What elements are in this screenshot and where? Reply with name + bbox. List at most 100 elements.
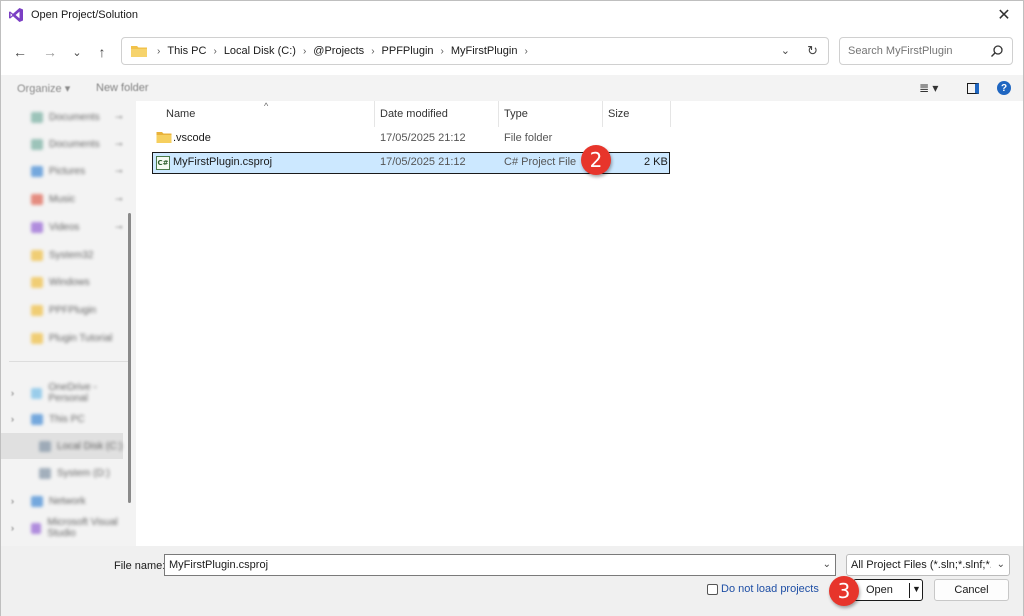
organize-button[interactable]: Organize ▾: [17, 82, 70, 95]
breadcrumb-myfirstplugin[interactable]: MyFirstPlugin: [451, 45, 518, 57]
sidebar-item-label: Documents: [49, 138, 100, 150]
breadcrumb-projects[interactable]: @Projects: [313, 45, 364, 57]
column-header-size[interactable]: Size: [608, 101, 629, 127]
sidebar-item[interactable]: System32: [31, 249, 93, 261]
filter-dropdown-chevron-icon[interactable]: ⌄: [996, 559, 1005, 570]
breadcrumb-local-disk[interactable]: Local Disk (C:): [224, 45, 296, 57]
sidebar-item[interactable]: Plugin Tutorial: [31, 332, 112, 344]
folder-icon: [156, 132, 172, 143]
sidebar-item[interactable]: Windows: [31, 276, 90, 288]
breadcrumb-separator[interactable]: ›: [524, 46, 527, 57]
sidebar-item[interactable]: This PC: [31, 413, 85, 425]
sidebar-item-label: OneDrive - Personal: [48, 382, 97, 404]
breadcrumb-separator[interactable]: ›: [441, 46, 444, 57]
refresh-icon[interactable]: ↻: [807, 43, 818, 59]
file-name: .vscode: [173, 132, 211, 144]
address-dropdown-chevron-icon[interactable]: ⌄: [781, 44, 790, 57]
file-type-filter-value: All Project Files (*.sln;*.slnf;*.csproj: [851, 559, 991, 571]
help-icon[interactable]: ?: [997, 81, 1011, 95]
split-button-divider: [909, 583, 910, 598]
open-button[interactable]: Open ▼: [853, 579, 923, 601]
file-date: 17/05/2025 21:12: [380, 132, 466, 144]
sidebar-item-label: PPFPlugin: [49, 304, 97, 316]
new-folder-button[interactable]: New folder: [96, 82, 149, 94]
expand-chevron-icon[interactable]: ›: [11, 414, 14, 424]
folder-icon: [31, 332, 43, 344]
forward-arrow-icon[interactable]: →: [40, 42, 60, 62]
search-icon[interactable]: [990, 44, 1004, 58]
visual-studio-icon: [9, 8, 23, 22]
file-name: MyFirstPlugin.csproj: [173, 156, 273, 168]
breadcrumb-this-pc[interactable]: This PC: [167, 45, 206, 57]
breadcrumb-separator: ›: [157, 45, 161, 57]
file-name-label: File name:: [114, 560, 166, 572]
sidebar-item-label: This PC: [49, 413, 85, 425]
search-input[interactable]: [848, 45, 988, 57]
sidebar-item[interactable]: Documents: [31, 138, 100, 150]
sidebar-item-label: Documents: [49, 111, 100, 123]
expand-chevron-icon[interactable]: ›: [11, 388, 14, 398]
command-bar: Organize ▾ New folder ≣ ▾ ?: [1, 75, 1023, 101]
file-list: ^ Name Date modified Type Size .vscode 1…: [136, 101, 1023, 546]
breadcrumb-separator[interactable]: ›: [213, 46, 216, 57]
preview-pane-icon[interactable]: [967, 83, 979, 94]
file-name-dropdown-chevron-icon[interactable]: ⌄: [823, 559, 831, 570]
sidebar-item[interactable]: OneDrive - Personal: [31, 382, 135, 404]
column-divider[interactable]: [670, 101, 671, 127]
column-divider[interactable]: [498, 101, 499, 127]
sidebar-item-label: System32: [49, 249, 94, 261]
breadcrumb-ppfplugin[interactable]: PPFPlugin: [382, 45, 434, 57]
sidebar-item-label: Videos: [49, 221, 80, 233]
back-arrow-icon[interactable]: ←: [10, 42, 30, 62]
sidebar-item-label: Network: [49, 495, 86, 507]
step-2-badge: 2: [581, 145, 611, 175]
breadcrumb-separator[interactable]: ›: [303, 46, 306, 57]
view-options-icon[interactable]: ≣ ▾: [919, 81, 938, 95]
file-type-filter-select[interactable]: All Project Files (*.sln;*.slnf;*.csproj…: [846, 554, 1010, 576]
sidebar-item-label: System (D:): [57, 467, 110, 479]
pin-icon: ⊸: [115, 166, 123, 176]
expand-chevron-icon[interactable]: ›: [11, 523, 14, 533]
folder-icon: [31, 304, 43, 316]
column-header-name[interactable]: Name: [166, 101, 195, 127]
file-date: 17/05/2025 21:12: [380, 156, 466, 168]
sidebar-item-label: Pictures: [49, 165, 86, 177]
column-divider[interactable]: [602, 101, 603, 127]
dialog-footer: File name: ⌄ All Project Files (*.sln;*.…: [1, 546, 1023, 616]
breadcrumb-separator[interactable]: ›: [371, 46, 374, 57]
do-not-load-projects-label[interactable]: Do not load projects: [721, 583, 819, 595]
column-divider[interactable]: [374, 101, 375, 127]
cancel-button[interactable]: Cancel: [934, 579, 1009, 601]
file-type: File folder: [504, 132, 553, 144]
sidebar-item[interactable]: Microsoft Visual Studio: [31, 517, 135, 539]
do-not-load-projects-checkbox[interactable]: [707, 584, 718, 595]
sidebar-scrollbar[interactable]: [128, 213, 131, 503]
sidebar-item[interactable]: PPFPlugin: [31, 304, 96, 316]
column-header-type[interactable]: Type: [504, 101, 528, 127]
recent-locations-chevron-icon[interactable]: ⌄: [67, 42, 87, 62]
sidebar-item[interactable]: System (D:): [39, 467, 110, 479]
sidebar-item[interactable]: Documents: [31, 111, 100, 123]
csproj-icon: C#: [156, 156, 170, 170]
drive-icon: [39, 467, 51, 479]
sidebar-item[interactable]: Music: [31, 193, 75, 205]
folder-icon: [131, 46, 147, 57]
file-name-input[interactable]: [169, 559, 809, 571]
sidebar-item[interactable]: Local Disk (C:): [39, 440, 123, 452]
column-header-date[interactable]: Date modified: [380, 101, 448, 127]
sidebar-divider: [9, 361, 129, 362]
sidebar-item[interactable]: Videos: [31, 221, 79, 233]
file-name-combobox: ⌄: [164, 554, 836, 576]
folder-icon: [31, 276, 43, 288]
sidebar-item[interactable]: Pictures: [31, 165, 85, 177]
close-icon[interactable]: ✕: [993, 4, 1015, 26]
sidebar-item-label: Microsoft Visual Studio: [47, 517, 118, 539]
breadcrumb: › This PC › Local Disk (C:) › @Projects …: [150, 45, 535, 57]
open-dropdown-arrow-icon[interactable]: ▼: [912, 584, 921, 594]
address-bar[interactable]: › This PC › Local Disk (C:) › @Projects …: [121, 37, 829, 65]
folder-icon: [31, 249, 43, 261]
sidebar-item-label: Windows: [49, 276, 90, 288]
up-arrow-icon[interactable]: ↑: [92, 42, 112, 62]
expand-chevron-icon[interactable]: ›: [11, 496, 14, 506]
sidebar-item[interactable]: Network: [31, 495, 86, 507]
